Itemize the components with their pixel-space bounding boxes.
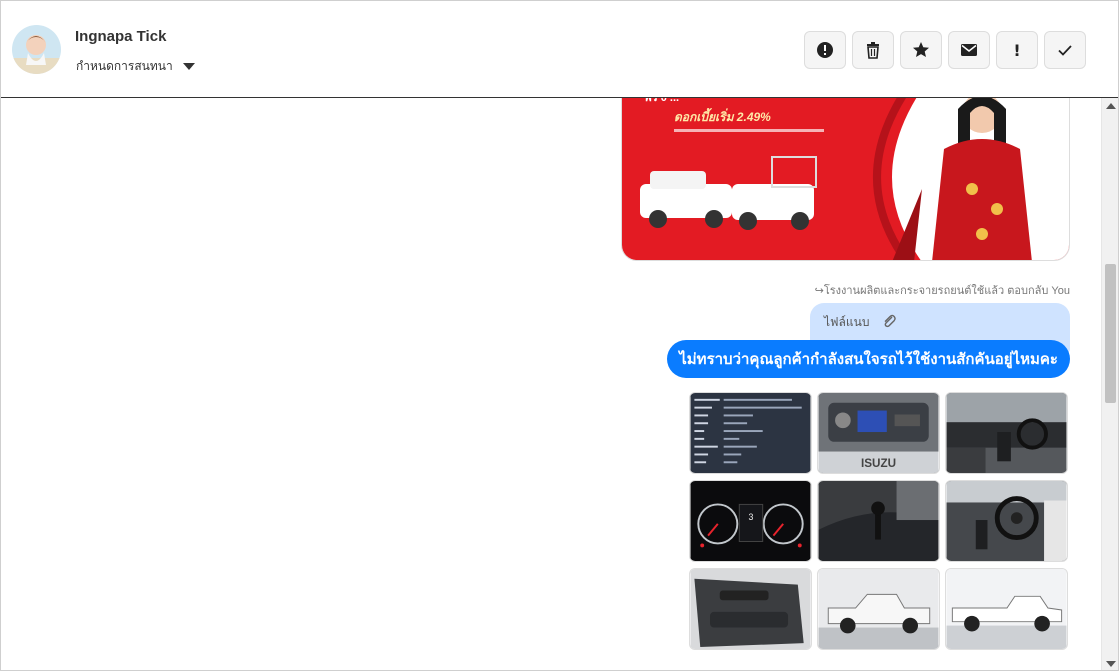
report-spam-button[interactable] [804,31,846,69]
gallery-photo[interactable] [817,480,940,562]
star-icon [913,42,929,57]
scroll-up-icon[interactable] [1106,103,1116,109]
reply-context-note: ↪โรงงานผลิตและกระจายรถยนต์ใช้แล้ว ตอบกลั… [814,285,1070,297]
star-button[interactable] [900,31,942,69]
instrument-cluster-image: 3 [690,481,811,561]
mark-done-button[interactable] [1044,31,1086,69]
conversation-settings-label: กำหนดการสนทนา [76,59,173,73]
message-bubble[interactable]: ไม่ทราบว่าคุณลูกค้ากำลังสนใจรถไว้ใช้งานส… [667,340,1070,378]
spec-sheet-image [690,393,811,473]
isuzu-logo-text: ISUZU [861,457,896,470]
truck-side-image [818,569,939,649]
thread-scrollbar[interactable] [1101,98,1118,670]
exclamation-icon: ! [1013,40,1021,60]
gallery-photo[interactable] [945,568,1068,650]
contact-name[interactable]: Ingnapa Tick [75,28,166,45]
gallery-photo[interactable] [817,568,940,650]
interior-dashboard-image [946,393,1067,473]
conversation-header: Ingnapa Tick กำหนดการสนทนา ! [1,1,1118,98]
steering-wheel-image [946,481,1067,561]
message-thread: ฟรี 0 ... ดอกเบี้ยเริ่ม 2.49% ↪โรงงานผลิ… [1,98,1101,670]
delete-button[interactable] [852,31,894,69]
mark-unread-button[interactable] [948,31,990,69]
gallery-photo[interactable] [689,568,812,650]
action-toolbar: ! [804,31,1086,69]
promo-headline: ดอกเบี้ยเริ่ม 2.49% [674,108,771,124]
gear-shifter-image [818,481,939,561]
paperclip-icon [884,314,897,328]
gallery-photo[interactable] [945,480,1068,562]
cluster-display-text: 3 [749,512,754,522]
avatar-image [12,25,61,74]
engine-bay-image: ISUZU [818,393,939,473]
attachment-label: ไฟล์แนบ [824,315,870,329]
gallery-photo[interactable] [689,392,812,474]
scrollbar-thumb[interactable] [1105,264,1116,403]
conversation-settings-dropdown[interactable]: กำหนดการสนทนา [76,57,195,76]
caret-down-icon [182,63,195,70]
mark-important-button[interactable]: ! [996,31,1038,69]
gallery-photo[interactable]: ISUZU [817,392,940,474]
trash-icon [867,42,879,59]
photo-gallery: ISUZU 3 [689,392,1068,650]
gallery-photo[interactable]: 3 [689,480,812,562]
messenger-window: Ingnapa Tick กำหนดการสนทนา ! ฟรี 0 ... ด… [0,0,1119,671]
scroll-down-icon[interactable] [1106,661,1116,667]
svg-text:ฟรี 0 ...: ฟรี 0 ... [644,98,679,104]
gallery-photo[interactable] [945,392,1068,474]
promo-banner-image: ฟรี 0 ... ดอกเบี้ยเริ่ม 2.49% [622,98,1069,260]
door-panel-image [690,569,811,649]
check-icon [1058,45,1072,56]
avatar[interactable] [12,25,61,74]
reply-arrow-icon: ↪ [814,285,824,297]
truck-profile-image [946,569,1067,649]
alert-circle-icon [817,42,833,58]
promo-image-message[interactable]: ฟรี 0 ... ดอกเบี้ยเริ่ม 2.49% [621,98,1070,261]
envelope-icon [961,44,977,56]
